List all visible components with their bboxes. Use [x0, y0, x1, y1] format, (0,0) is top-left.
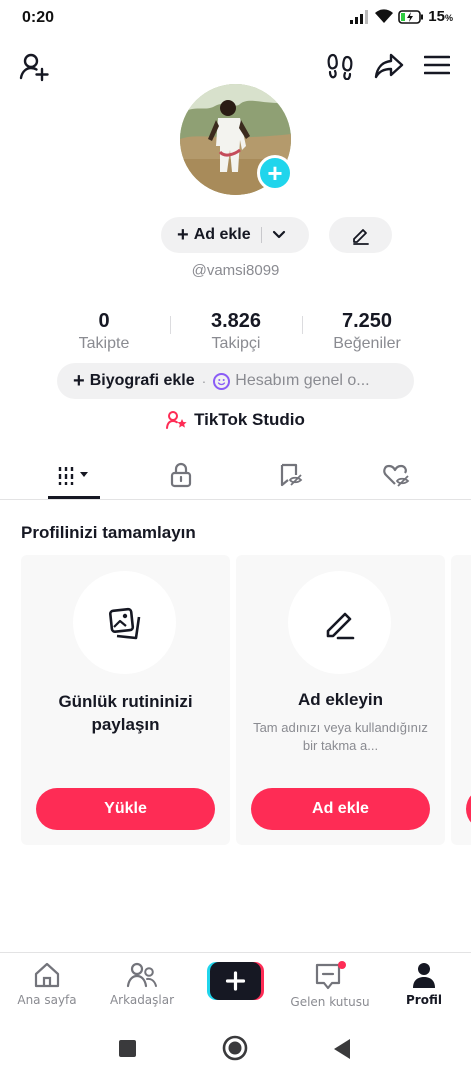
videos-grid-icon: [58, 467, 88, 485]
edit-profile-button[interactable]: [329, 217, 392, 253]
notification-dot: [338, 961, 346, 969]
share-icon: [374, 53, 404, 79]
battery-value: 15: [428, 8, 445, 25]
friends-icon: [126, 962, 157, 988]
stat-value: 3.826: [210, 310, 262, 332]
stat-label: Takipçi: [211, 335, 261, 352]
active-tab-indicator: [48, 496, 100, 499]
battery-icon: [398, 9, 424, 24]
studio-label: TikTok Studio: [194, 410, 305, 429]
battery-unit: %: [444, 13, 453, 23]
tab-reposts[interactable]: [260, 450, 320, 500]
profile-views-button[interactable]: [325, 50, 355, 82]
content-tabs: [0, 450, 471, 500]
profile-icon: [413, 963, 435, 988]
nav-profile[interactable]: Profil: [377, 961, 471, 1007]
system-navigation-bar: [0, 1018, 471, 1080]
card-daily-routine: Günlük rutininizi paylaşın Yükle: [21, 555, 230, 845]
nav-inbox[interactable]: Gelen kutusu: [283, 961, 377, 1009]
card-subtitle: Tam adınızı veya kullandığınız bir takma…: [253, 720, 428, 753]
recents-button[interactable]: [119, 1040, 136, 1057]
nav-home[interactable]: Ana sayfa: [0, 961, 94, 1007]
upload-button[interactable]: Yükle: [36, 788, 215, 830]
username: @vamsi8099: [191, 262, 280, 279]
studio-icon: [166, 411, 187, 429]
photos-icon: [108, 607, 140, 639]
separator-dot: ·: [201, 373, 207, 389]
add-name-card-button[interactable]: Ad ekle: [251, 788, 430, 830]
hamburger-menu-icon: [424, 55, 450, 75]
chevron-down-icon[interactable]: [272, 230, 286, 240]
stat-divider: [170, 316, 171, 334]
card-icon-circle: [288, 571, 391, 674]
card-icon-circle: [73, 571, 176, 674]
add-friend-button[interactable]: [16, 50, 52, 84]
tab-private[interactable]: [151, 450, 211, 500]
profile-avatar-container[interactable]: +: [180, 84, 293, 195]
home-circle-icon[interactable]: [221, 1034, 249, 1062]
add-name-button[interactable]: + Ad ekle: [161, 217, 309, 253]
plus-icon: +: [177, 223, 189, 246]
menu-button[interactable]: [422, 50, 452, 80]
inbox-icon: [315, 961, 346, 990]
heart-hidden-icon: [383, 464, 410, 487]
add-avatar-button[interactable]: +: [257, 155, 293, 191]
add-friend-icon: [19, 53, 49, 82]
plus-icon: +: [73, 369, 85, 392]
create-button[interactable]: [207, 962, 264, 1000]
stat-likes[interactable]: 7.250 Beğeniler: [307, 310, 427, 353]
add-name-label: Ad ekle: [193, 226, 251, 243]
footprints-icon: [327, 53, 353, 80]
lock-icon: [170, 462, 192, 488]
tiktok-studio-link[interactable]: TikTok Studio: [0, 410, 471, 430]
back-triangle-icon[interactable]: [332, 1038, 352, 1060]
stat-label: Beğeniler: [333, 335, 401, 352]
divider: [260, 227, 262, 243]
status-bar: 0:20 15%: [0, 0, 471, 36]
nav-label: Profil: [406, 993, 442, 1007]
stat-followers[interactable]: 3.826 Takipçi: [176, 310, 296, 353]
wifi-icon: [375, 9, 394, 23]
stat-value: 7.250: [341, 310, 393, 332]
card-button-partial[interactable]: [466, 788, 471, 830]
bookmark-eye-icon: [280, 463, 303, 487]
share-profile-button[interactable]: [372, 50, 406, 82]
card-next-partial: [451, 555, 471, 845]
stat-label: Takipte: [78, 335, 130, 352]
nav-friends[interactable]: Arkadaşlar: [95, 961, 189, 1007]
status-indicators: 15%: [350, 8, 453, 25]
add-bio-button[interactable]: + Biyografi ekle · Hesabım genel o...: [57, 363, 414, 399]
pencil-icon: [352, 229, 369, 245]
nav-label: Ana sayfa: [17, 993, 77, 1007]
add-bio-label: Biyografi ekle: [89, 372, 195, 389]
signal-icon: [350, 9, 369, 24]
stat-value: 0: [98, 310, 110, 332]
bottom-navigation: Ana sayfa Arkadaşlar Gelen kutusu Profil: [0, 952, 471, 1018]
home-icon: [34, 962, 60, 988]
battery-percent: 15%: [428, 8, 453, 25]
card-title: Günlük rutininizi paylaşın: [58, 692, 193, 734]
card-title: Ad ekleyin: [297, 690, 384, 709]
tab-videos[interactable]: [44, 450, 104, 500]
stat-following[interactable]: 0 Takipte: [44, 310, 164, 353]
card-add-name: Ad ekleyin Tam adınızı veya kullandığını…: [236, 555, 445, 845]
smiley-icon: [213, 372, 231, 390]
account-status-text: Hesabım genel o...: [235, 372, 370, 389]
nav-label: Gelen kutusu: [290, 995, 370, 1009]
pencil-icon: [326, 612, 354, 639]
stat-divider: [302, 316, 303, 334]
section-title: Profilinizi tamamlayın: [21, 523, 196, 542]
tab-liked[interactable]: [366, 450, 426, 500]
create-plus-icon: [207, 962, 264, 1000]
status-time: 0:20: [22, 9, 55, 26]
nav-label: Arkadaşlar: [109, 993, 175, 1007]
